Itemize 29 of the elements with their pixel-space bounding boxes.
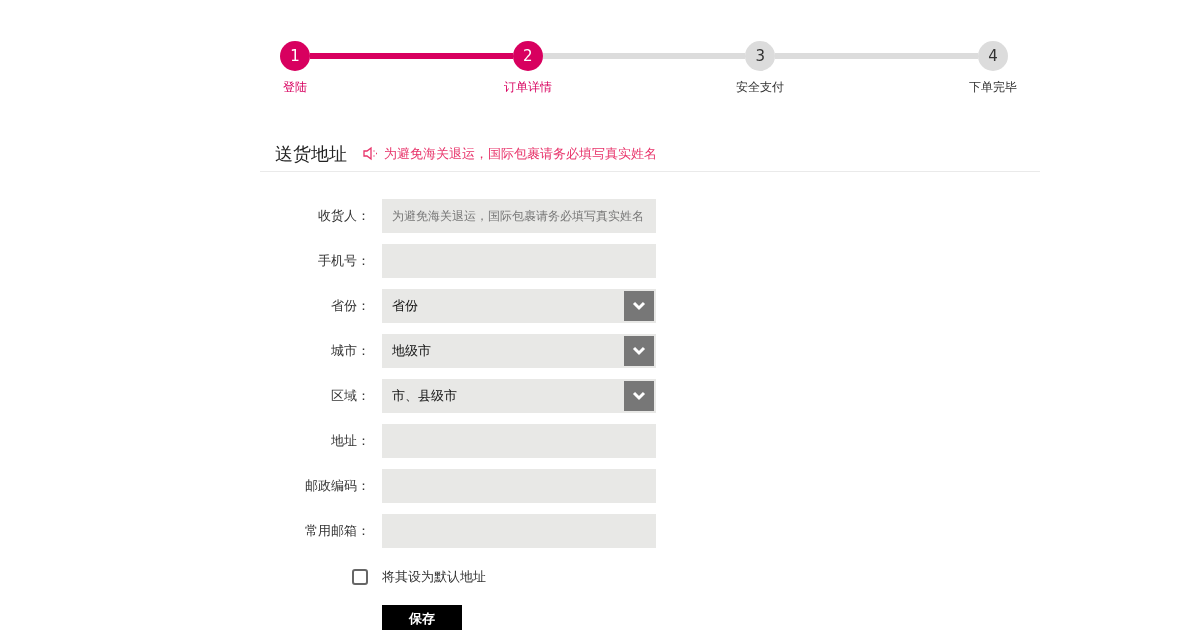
notice-text: 为避免海关退运，国际包裹请务必填写真实姓名: [384, 144, 657, 163]
input-field[interactable]: [382, 514, 656, 548]
select-field[interactable]: 市、县级市: [382, 379, 656, 413]
field-label: 收货人：: [317, 207, 370, 226]
field-label: 城市：: [330, 342, 370, 361]
select-field[interactable]: 省份: [382, 289, 656, 323]
save-button[interactable]: 保存: [382, 604, 462, 630]
speaker-icon: [363, 146, 378, 161]
field-label: 地址：: [330, 432, 370, 451]
checkbox[interactable]: [352, 568, 368, 585]
section-title: 送货地址: [275, 142, 347, 166]
step-label: 安全支付: [736, 79, 785, 96]
input-field[interactable]: 为避免海关退运，国际包裹请务必填写真实姓名: [382, 199, 656, 233]
input-field[interactable]: [382, 424, 656, 458]
chevron-down-icon: [624, 336, 654, 366]
field-label: 区域：: [330, 387, 370, 406]
chevron-down-icon: [624, 381, 654, 411]
field-label: 邮政编码：: [304, 477, 370, 496]
step-label: 订单详情: [503, 79, 552, 96]
step-label: 登陆: [283, 79, 307, 96]
field-label: 省份：: [330, 297, 370, 316]
field-label: 手机号：: [317, 252, 370, 271]
checkbox-label: 将其设为默认地址: [382, 568, 486, 586]
input-field[interactable]: [382, 244, 656, 278]
chevron-down-icon: [624, 291, 654, 321]
step-label: 下单完毕: [969, 79, 1017, 96]
select-field[interactable]: 地级市: [382, 334, 656, 368]
input-field[interactable]: [382, 469, 656, 503]
field-label: 常用邮箱：: [304, 522, 370, 541]
